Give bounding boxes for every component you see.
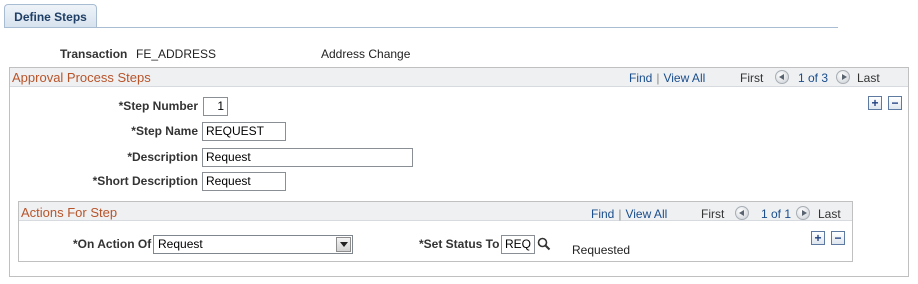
- on-action-select[interactable]: Request: [153, 235, 353, 254]
- chevron-left-icon: [735, 205, 749, 220]
- actions-prev-button[interactable]: [735, 205, 749, 220]
- step-name-label: *Step Name: [131, 124, 198, 138]
- step-number-label: *Step Number: [118, 99, 198, 113]
- actions-box: [18, 201, 853, 262]
- nav-separator: |: [618, 207, 622, 221]
- transaction-label: Transaction: [60, 47, 128, 61]
- actions-header: [19, 202, 852, 221]
- plus-icon: +: [871, 96, 879, 110]
- chevron-right-icon: [836, 69, 850, 84]
- short-description-label: *Short Description: [92, 174, 198, 188]
- actions-title: Actions For Step: [21, 205, 118, 220]
- step-number-field[interactable]: 1: [203, 97, 228, 116]
- approval-prev-button[interactable]: [775, 69, 789, 84]
- step-name-field[interactable]: REQUEST: [202, 122, 286, 141]
- description-label: *Description: [127, 150, 198, 164]
- chevron-left-icon: [775, 69, 789, 84]
- transaction-description: Address Change: [321, 47, 411, 61]
- approval-last-label: Last: [857, 71, 880, 85]
- actions-counter: 1 of 1: [761, 207, 792, 221]
- set-status-label: *Set Status To: [419, 237, 500, 251]
- tab-define-steps[interactable]: Define Steps: [4, 4, 97, 28]
- add-action-button[interactable]: +: [811, 231, 825, 245]
- actions-view-all-link[interactable]: View All: [625, 207, 667, 221]
- approval-nav: Find | View All: [629, 71, 705, 85]
- tab-divider: [4, 27, 838, 28]
- minus-icon: −: [834, 231, 842, 245]
- set-status-field[interactable]: REQ: [501, 235, 535, 254]
- status-lookup-button[interactable]: [537, 237, 551, 254]
- actions-last-label: Last: [818, 207, 841, 221]
- short-description-field[interactable]: Request: [202, 172, 286, 191]
- transaction-code: FE_ADDRESS: [136, 47, 217, 61]
- nav-separator: |: [656, 71, 660, 85]
- plus-icon: +: [814, 231, 822, 245]
- approval-next-button[interactable]: [836, 69, 850, 84]
- actions-next-button[interactable]: [796, 205, 810, 220]
- chevron-right-icon: [796, 205, 810, 220]
- set-status-description: Requested: [572, 243, 631, 257]
- description-field[interactable]: Request: [202, 148, 413, 167]
- actions-nav: Find | View All: [591, 207, 667, 221]
- remove-step-button[interactable]: −: [888, 96, 902, 110]
- tab-label: Define Steps: [14, 9, 87, 24]
- approval-steps-title: Approval Process Steps: [12, 70, 151, 85]
- approval-view-all-link[interactable]: View All: [663, 71, 705, 85]
- approval-counter: 1 of 3: [798, 71, 829, 85]
- on-action-label: *On Action Of: [73, 237, 152, 251]
- actions-first-label: First: [701, 207, 725, 221]
- search-icon: [537, 237, 551, 251]
- remove-action-button[interactable]: −: [831, 231, 845, 245]
- chevron-down-icon: [336, 237, 351, 252]
- minus-icon: −: [891, 96, 899, 110]
- actions-find-link[interactable]: Find: [591, 207, 614, 221]
- approval-find-link[interactable]: Find: [629, 71, 652, 85]
- add-step-button[interactable]: +: [868, 96, 882, 110]
- on-action-value: Request: [158, 237, 203, 251]
- approval-first-label: First: [740, 71, 764, 85]
